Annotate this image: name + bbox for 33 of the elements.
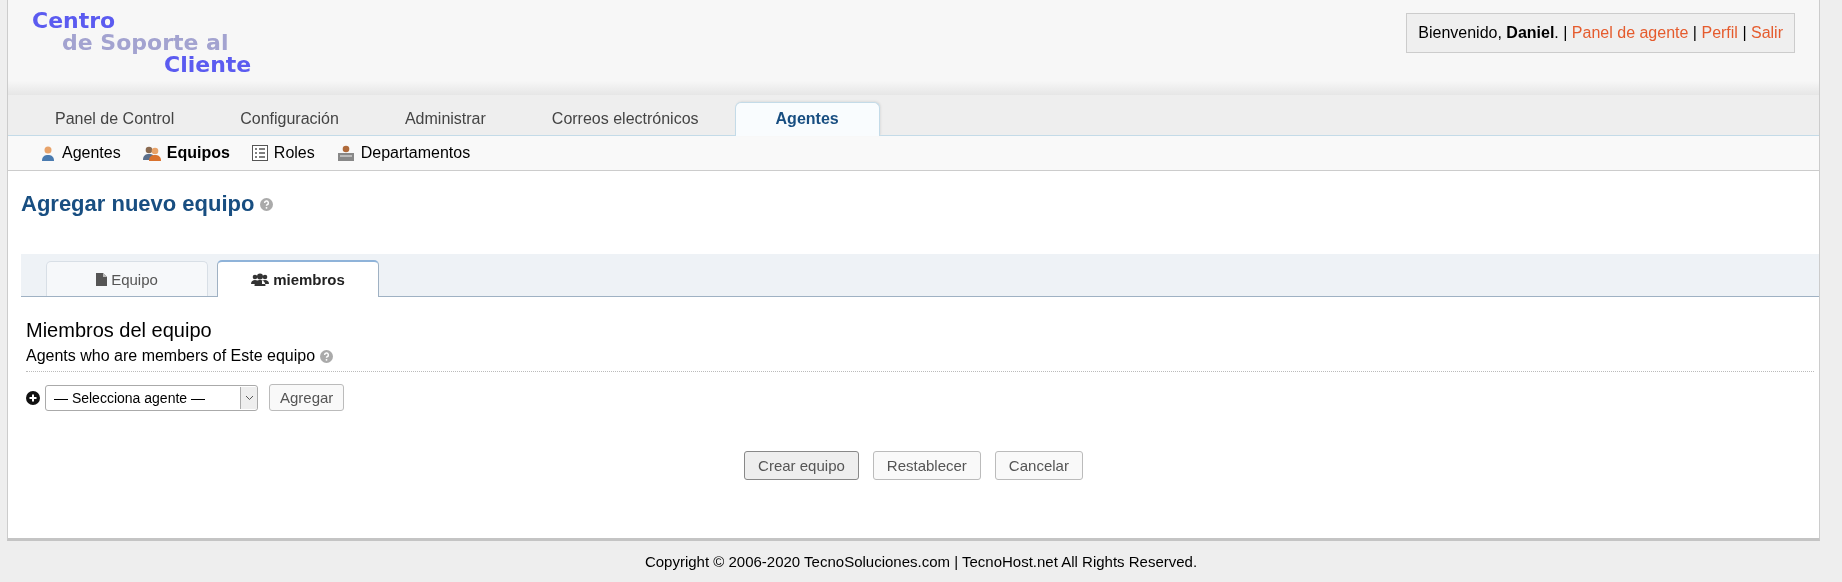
- page-title: Agregar nuevo equipo: [21, 191, 255, 217]
- copyright-text: Copyright © 2006-2020 TecnoSoluciones.com | TecnoHost.net All Rights Reserved.: [644, 553, 1198, 570]
- subnav-link[interactable]: Equipos: [142, 144, 230, 162]
- separator-text: |: [1563, 24, 1568, 41]
- nav-tab[interactable]: Configuración: [210, 103, 369, 135]
- section-subtitle: Agents who are members of Este equipo: [26, 347, 316, 365]
- form-button[interactable]: Cancelar: [994, 451, 1083, 480]
- subnav-link[interactable]: Departamentos: [336, 144, 471, 162]
- welcome-text: Bienvenido, Daniel.: [1418, 24, 1559, 41]
- nav-tab[interactable]: Correos electrónicos: [521, 103, 729, 135]
- form-tab[interactable]: Equipo: [46, 261, 208, 296]
- subnav-link[interactable]: Roles: [251, 144, 315, 162]
- add-button[interactable]: Agregar: [269, 384, 345, 411]
- nav-tab[interactable]: Administrar: [374, 103, 516, 135]
- document-icon: [96, 272, 108, 286]
- form-tab[interactable]: miembros: [217, 260, 379, 297]
- nav-tab[interactable]: Agentes: [734, 102, 880, 136]
- agent-select[interactable]: — Selecciona agente —: [45, 384, 258, 411]
- caret-icon[interactable]: [244, 394, 254, 401]
- separator-text: |: [1742, 24, 1747, 41]
- form-button[interactable]: Crear equipo: [744, 451, 859, 480]
- subnav-link[interactable]: Agentes: [40, 144, 121, 162]
- form-button[interactable]: Restablecer: [872, 451, 981, 480]
- list-icon: [251, 145, 268, 161]
- plus-icon[interactable]: [26, 390, 40, 405]
- logo[interactable]: Centro de Soporte al Cliente: [8, 0, 252, 76]
- person-icon: [40, 145, 56, 161]
- section-title: Miembros del equipo: [26, 319, 213, 342]
- users-icon: [251, 273, 270, 286]
- people-icon: [142, 145, 161, 161]
- separator-text: |: [1692, 24, 1697, 41]
- person-at-desk-icon: [336, 145, 355, 161]
- nav-tab[interactable]: Panel de Control: [25, 103, 205, 135]
